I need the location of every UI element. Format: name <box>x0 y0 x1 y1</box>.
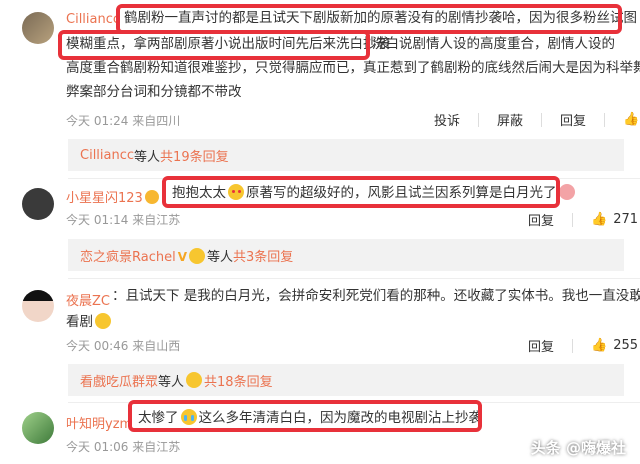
reply-count[interactable]: 共19条回复 <box>160 146 229 165</box>
watermark: 头条 @嗨爆社 <box>530 439 626 457</box>
username[interactable]: Cilliancc <box>66 12 120 27</box>
like-count: 271 <box>613 212 639 227</box>
comment-actions: 回复 👍 255 <box>528 336 638 355</box>
highlight-box <box>58 30 370 60</box>
like-button[interactable]: 👍 271 <box>591 212 638 227</box>
reply-summary[interactable]: Cilliancc 等人 共19条回复 <box>68 139 624 171</box>
username[interactable]: 叶知明yzm <box>66 413 132 432</box>
thumbs-up-icon: 👍 <box>591 212 608 227</box>
reply-mid: 等人 <box>207 249 234 265</box>
reply-count[interactable]: 共3条回复 <box>233 246 293 265</box>
reply-mid: 等人 <box>134 149 161 165</box>
verified-v-icon: V <box>177 249 188 264</box>
username[interactable]: 夜晨ZC <box>66 290 110 309</box>
comment-text-line: 看剧 <box>66 310 113 334</box>
username[interactable]: 小星星闪123 <box>66 187 159 206</box>
smirk-emoji-icon <box>95 313 111 329</box>
comment-meta: 今天 00:46 来自山西 <box>66 339 181 353</box>
avatar[interactable] <box>22 290 54 322</box>
reply-summary[interactable]: 恋之疯景Rachel V 等人 共3条回复 <box>68 239 624 271</box>
highlight-box <box>162 176 560 208</box>
divider <box>572 212 574 227</box>
reply-count[interactable]: 共18条回复 <box>204 371 273 390</box>
avatar[interactable] <box>22 412 54 444</box>
divider <box>604 112 606 127</box>
reply-username[interactable]: Cilliancc <box>80 148 134 163</box>
reply-username[interactable]: 看戲吃瓜群眾 <box>80 371 158 390</box>
reply-button[interactable]: 回复 <box>528 210 554 229</box>
member-badge-icon <box>144 190 159 204</box>
highlight-box <box>128 400 482 432</box>
comment-text-line: 弊案部分台词和分镜都不带改 <box>66 84 242 100</box>
divider <box>68 278 640 279</box>
divider <box>478 112 480 127</box>
reply-mid: 等人 <box>158 374 185 390</box>
like-button[interactable]: 👍378 <box>623 112 640 127</box>
avatar[interactable] <box>22 188 54 220</box>
avatar[interactable] <box>22 12 54 44</box>
reply-summary[interactable]: 看戲吃瓜群眾 等人 共18条回复 <box>68 364 624 396</box>
reply-username[interactable]: 恋之疯景Rachel V <box>80 246 207 265</box>
report-button[interactable]: 投诉 <box>434 110 460 129</box>
divider <box>541 112 543 127</box>
comment-meta: 今天 01:06 来自江苏 <box>66 440 181 454</box>
comment-text-line: ：且试天下 是我的白月光，会拼命安利死党们看的那种。还收藏了实体书。我也一直没敢 <box>112 288 640 304</box>
comment-meta: 今天 01:14 来自江苏 <box>66 213 181 227</box>
wink-emoji-icon <box>186 372 203 388</box>
like-button[interactable]: 👍 255 <box>591 338 638 353</box>
pig-emoji-icon <box>558 184 575 200</box>
like-count: 255 <box>613 338 639 353</box>
thumbs-up-icon: 👍 <box>591 338 608 353</box>
reply-button[interactable]: 回复 <box>560 110 586 129</box>
divider <box>572 338 574 353</box>
block-button[interactable]: 屏蔽 <box>497 110 523 129</box>
shy-emoji-icon <box>189 247 206 264</box>
comment-actions: 投诉 屏蔽 回复 👍378 <box>434 110 640 129</box>
comment-text-line: 洗白说剧情人设的高度重合，剧情人设的 <box>372 36 615 52</box>
comment-meta: 今天 01:24 来自四川 <box>66 114 181 128</box>
reply-button[interactable]: 回复 <box>528 336 554 355</box>
thumbs-up-icon: 👍 <box>623 112 640 127</box>
comment-actions: 回复 👍 271 <box>528 210 638 229</box>
